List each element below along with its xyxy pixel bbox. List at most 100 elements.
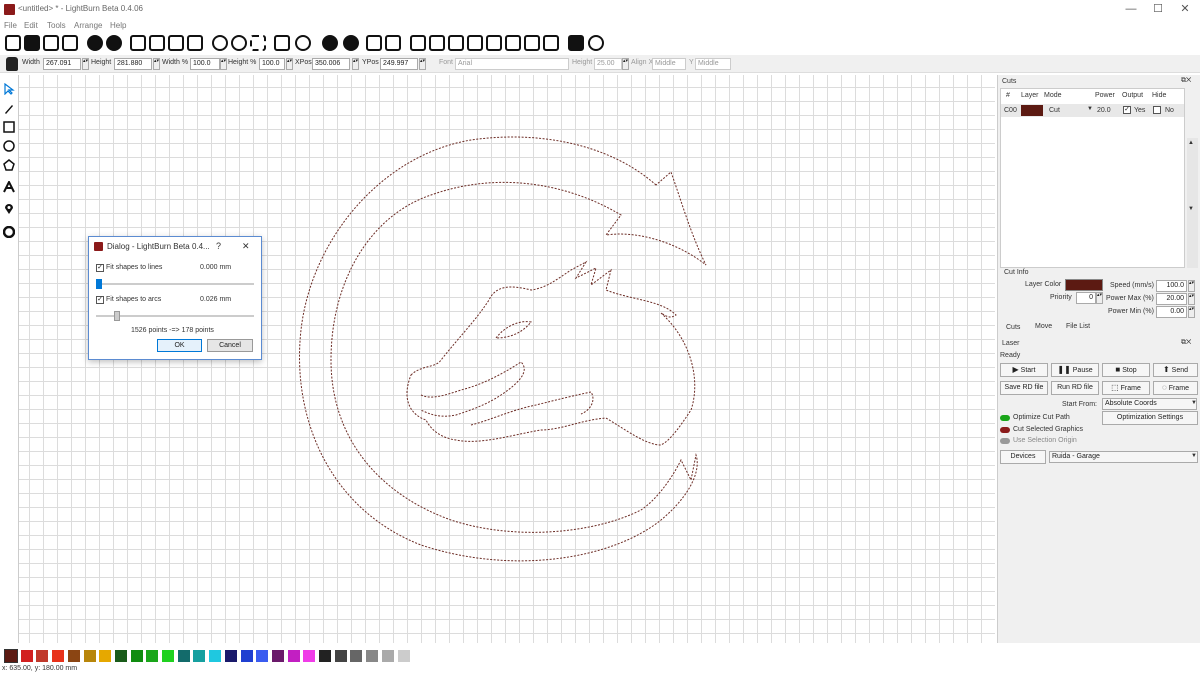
array-grid-icon[interactable] [568, 35, 584, 51]
devices-button[interactable]: Devices [1000, 450, 1046, 464]
power-max-spinner[interactable]: ▴▾ [1188, 293, 1195, 305]
palette-swatch[interactable] [287, 650, 300, 662]
power-min-spinner[interactable]: ▴▾ [1188, 306, 1195, 318]
palette-swatch[interactable] [256, 650, 269, 662]
fit-lines-slider-track[interactable] [96, 283, 254, 285]
priority-spinner[interactable]: ▴▾ [1096, 292, 1103, 304]
paste-icon[interactable] [168, 35, 184, 51]
palette-swatch[interactable] [397, 650, 410, 662]
power-min-input[interactable]: 0.00 [1156, 306, 1187, 318]
palette-swatch[interactable] [83, 650, 96, 662]
mode-dropdown-icon[interactable]: ▼ [1087, 106, 1093, 112]
width-pct-spinner[interactable]: ▴▾ [220, 58, 227, 70]
palette-swatch[interactable] [271, 650, 284, 662]
optimization-settings-button[interactable]: Optimization Settings [1102, 411, 1198, 425]
height-pct-spinner[interactable]: ▴▾ [286, 58, 293, 70]
device-select[interactable]: Ruida - Garage [1049, 451, 1198, 463]
ellipse-icon[interactable] [3, 140, 15, 152]
settings-gear-icon[interactable] [295, 35, 311, 51]
height-input[interactable]: 281.880 [114, 58, 152, 70]
ok-button[interactable]: OK [157, 339, 202, 352]
group-icon[interactable] [322, 35, 338, 51]
palette-swatch[interactable] [130, 650, 143, 662]
table-row[interactable]: C00 Cut ▼ 20.0 ✓ Yes No [1001, 104, 1184, 117]
close-button[interactable]: ✕ [1172, 2, 1198, 16]
dialog-help-button[interactable]: ? [216, 241, 221, 251]
tab-cuts[interactable]: Cuts [1006, 324, 1020, 331]
palette-swatch[interactable] [350, 650, 363, 662]
pause-button[interactable]: ❚❚ Pause [1051, 363, 1099, 377]
open-folder-icon[interactable] [24, 35, 40, 51]
cut-selected-toggle[interactable] [1000, 427, 1010, 433]
menu-file[interactable]: File [4, 21, 17, 30]
width-input[interactable]: 267.091 [43, 58, 81, 70]
row-mode[interactable]: Cut [1049, 107, 1060, 114]
align-y-select[interactable]: Middle [695, 58, 731, 70]
width-spinner[interactable]: ▴▾ [82, 58, 89, 70]
device-dropdown-icon[interactable]: ▼ [1191, 453, 1197, 459]
palette-swatch[interactable] [36, 650, 49, 662]
laser-panel-float-icon[interactable]: ⧉✕ [1181, 339, 1191, 347]
use-origin-toggle[interactable] [1000, 438, 1010, 444]
export-icon[interactable] [106, 35, 122, 51]
fit-lines-checkbox[interactable]: ✓ [96, 264, 104, 272]
zoom-frame-icon[interactable] [250, 35, 266, 51]
speed-input[interactable]: 100.0 [1156, 280, 1187, 292]
save-icon[interactable] [43, 35, 59, 51]
palette-swatch[interactable] [52, 650, 65, 662]
distribute-vertical-icon[interactable] [524, 35, 540, 51]
align-left-icon[interactable] [410, 35, 426, 51]
xpos-spinner[interactable]: ▴▾ [352, 58, 359, 70]
optimize-toggle[interactable] [1000, 415, 1010, 421]
cancel-button[interactable]: Cancel [207, 339, 253, 352]
layer-color-swatch[interactable] [1021, 105, 1043, 116]
ypos-spinner[interactable]: ▴▾ [419, 58, 426, 70]
align-x-select[interactable]: Middle [652, 58, 686, 70]
menu-tools[interactable]: Tools [47, 21, 66, 30]
scroll-down-icon[interactable]: ▼ [1188, 206, 1194, 212]
scroll-up-icon[interactable]: ▲ [1188, 140, 1194, 146]
xpos-input[interactable]: 350.006 [312, 58, 350, 70]
save-rd-button[interactable]: Save RD file [1000, 381, 1048, 395]
maximize-button[interactable]: ☐ [1145, 2, 1171, 16]
palette-swatch[interactable] [224, 650, 237, 662]
palette-swatch[interactable] [4, 649, 18, 663]
palette-swatch[interactable] [193, 650, 206, 662]
layer-color-box[interactable] [1065, 279, 1103, 291]
palette-swatch[interactable] [67, 650, 80, 662]
text-tool-icon[interactable] [3, 181, 15, 193]
run-rd-button[interactable]: Run RD file [1051, 381, 1099, 395]
font-select[interactable]: Arial [455, 58, 569, 70]
monitor-icon[interactable] [274, 35, 290, 51]
font-height-spinner[interactable]: ▴▾ [622, 58, 629, 70]
mirror-horizontal-icon[interactable] [366, 35, 382, 51]
palette-swatch[interactable] [381, 650, 394, 662]
copy-icon[interactable] [130, 35, 146, 51]
delete-trash-icon[interactable] [187, 35, 203, 51]
output-checkbox[interactable]: ✓ [1123, 106, 1131, 114]
minimize-button[interactable]: — [1118, 2, 1144, 16]
palette-swatch[interactable] [114, 650, 127, 662]
import-icon[interactable] [87, 35, 103, 51]
menu-help[interactable]: Help [110, 21, 126, 30]
start-button[interactable]: ▶ Start [1000, 363, 1048, 377]
ypos-input[interactable]: 249.997 [380, 58, 418, 70]
align-right-icon[interactable] [429, 35, 445, 51]
start-from-dropdown-icon[interactable]: ▼ [1191, 400, 1197, 406]
menu-edit[interactable]: Edit [24, 21, 38, 30]
palette-swatch[interactable] [366, 650, 379, 662]
width-pct-input[interactable]: 100.0 [190, 58, 220, 70]
speed-spinner[interactable]: ▴▾ [1188, 280, 1195, 292]
palette-swatch[interactable] [334, 650, 347, 662]
font-height-input[interactable]: 25.00 [594, 58, 622, 70]
tab-move[interactable]: Move [1035, 323, 1052, 330]
priority-input[interactable]: 0 [1076, 292, 1096, 304]
palette-swatch[interactable] [303, 650, 316, 662]
palette-swatch[interactable] [99, 650, 112, 662]
fit-arcs-checkbox[interactable]: ✓ [96, 296, 104, 304]
palette-swatch[interactable] [146, 650, 159, 662]
new-file-icon[interactable] [5, 35, 21, 51]
zoom-out-icon[interactable] [231, 35, 247, 51]
height-spinner[interactable]: ▴▾ [153, 58, 160, 70]
tab-file-list[interactable]: File List [1066, 323, 1090, 330]
